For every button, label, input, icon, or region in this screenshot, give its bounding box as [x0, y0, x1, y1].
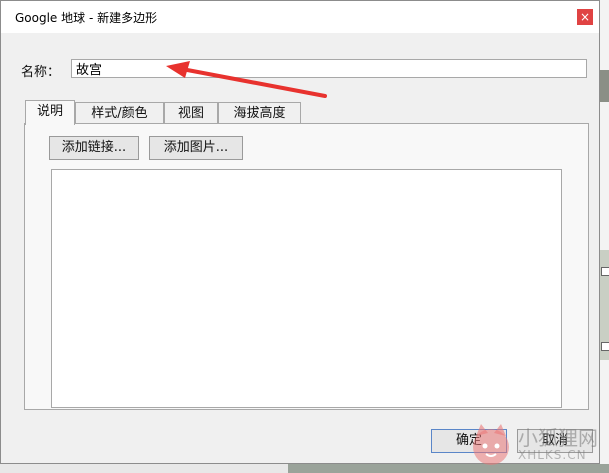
close-button[interactable]: ×: [577, 9, 593, 25]
add-link-button[interactable]: 添加链接...: [49, 136, 139, 160]
name-label: 名称：: [21, 65, 61, 80]
tab-description[interactable]: 说明: [25, 100, 75, 125]
tab-altitude[interactable]: 海拔高度: [218, 102, 301, 124]
background-checkbox: [601, 342, 609, 351]
description-textarea[interactable]: [51, 169, 562, 408]
background-map-image: [288, 464, 609, 473]
add-image-button[interactable]: 添加图片...: [149, 136, 243, 160]
window-title: Google 地球 - 新建多边形: [15, 11, 158, 25]
cancel-button[interactable]: 取消: [517, 429, 593, 453]
tab-view[interactable]: 视图: [164, 102, 218, 124]
background-app-bottom: [0, 464, 609, 473]
title-bar[interactable]: Google 地球 - 新建多边形 ×: [1, 1, 599, 33]
annotation-arrow-icon: [166, 61, 327, 98]
background-checkbox: [601, 267, 609, 276]
description-tab-panel: 添加链接... 添加图片...: [24, 123, 589, 410]
background-app-strip: [600, 0, 609, 473]
ok-button[interactable]: 确定: [431, 429, 507, 453]
close-icon: ×: [579, 10, 591, 24]
tab-style-color[interactable]: 样式/颜色: [75, 102, 164, 124]
background-image-block: [600, 70, 609, 102]
